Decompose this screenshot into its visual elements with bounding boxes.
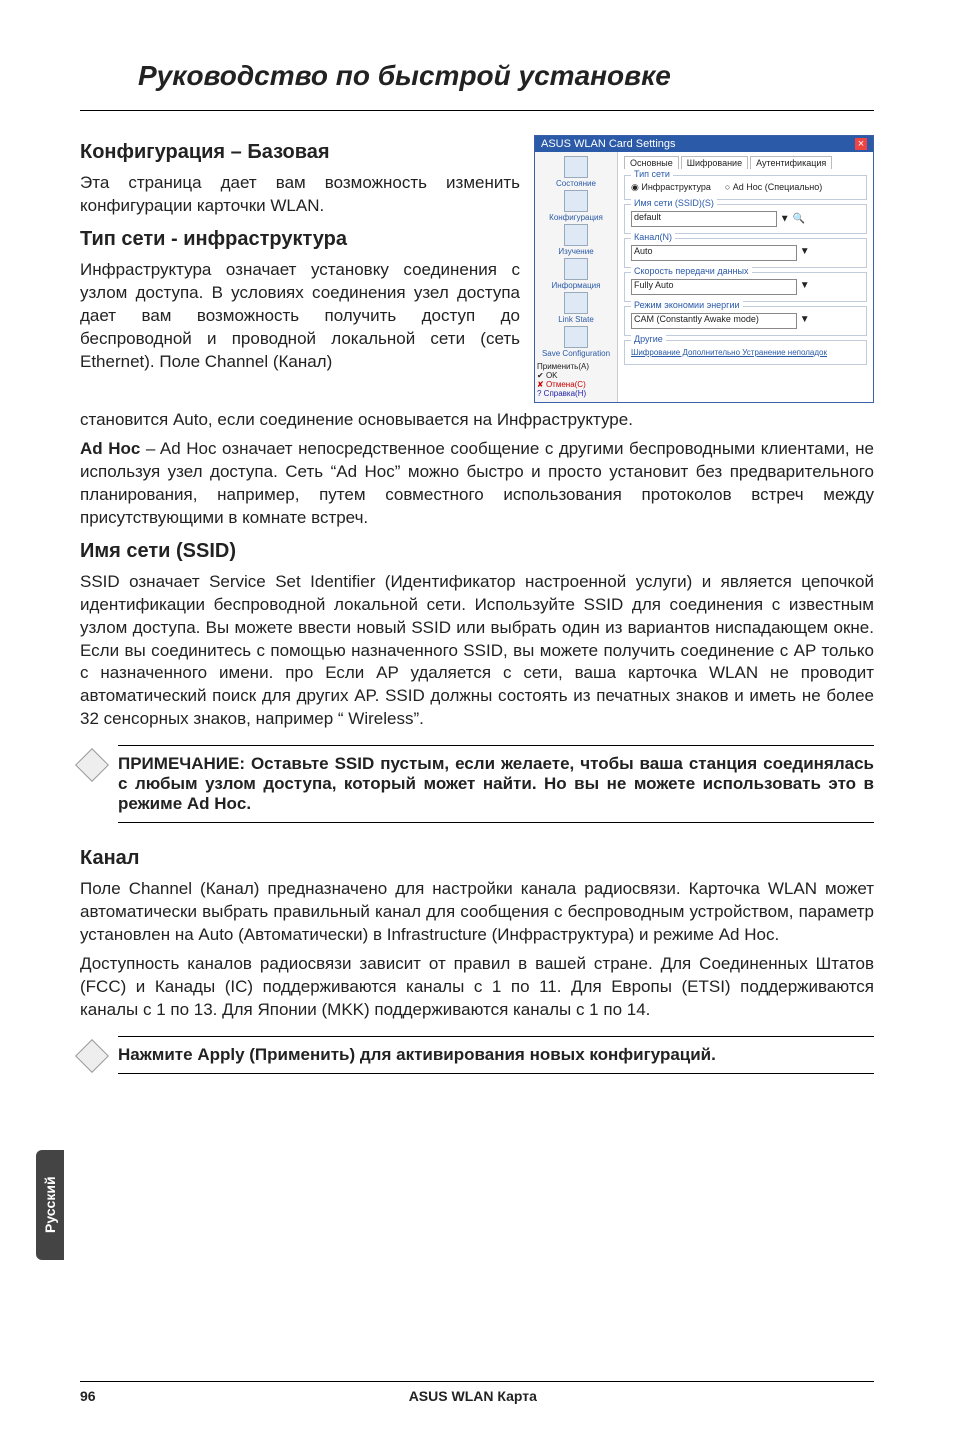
note2-text: Нажмите Apply (Применить) для активирова… bbox=[118, 1037, 874, 1073]
group-label: Скорость передачи данных bbox=[631, 266, 752, 276]
nav-item[interactable]: Link State bbox=[537, 292, 615, 324]
tab-encryption[interactable]: Шифрование bbox=[681, 156, 748, 169]
apply-button[interactable]: Применить(A) bbox=[537, 362, 615, 371]
nav-item[interactable]: Конфигурация bbox=[537, 190, 615, 222]
divider bbox=[118, 822, 874, 823]
product-name: ASUS WLAN Карта bbox=[96, 1388, 850, 1404]
rate-select[interactable]: Fully Auto bbox=[631, 279, 797, 295]
channel-para1: Поле Channel (Канал) предназначено для н… bbox=[80, 878, 874, 947]
tab-basic[interactable]: Основные bbox=[624, 156, 679, 169]
ssid-para: SSID означает Service Set Identifier (Ид… bbox=[80, 571, 874, 732]
channel-heading: Канал bbox=[80, 847, 874, 870]
nav-item[interactable]: Информация bbox=[537, 258, 615, 290]
power-select[interactable]: CAM (Constantly Awake mode) bbox=[631, 313, 797, 329]
help-button[interactable]: ? Справка(H) bbox=[537, 389, 615, 398]
nav-item[interactable]: Состояние bbox=[537, 156, 615, 188]
group-label: Канал(N) bbox=[631, 232, 675, 242]
group-label: Другие bbox=[631, 334, 666, 344]
note-text: ПРИМЕЧАНИЕ: Оставьте SSID пустым, если ж… bbox=[118, 746, 874, 822]
nav-item[interactable]: Изучение bbox=[537, 224, 615, 256]
radio-infra[interactable]: ◉ Инфраструктура bbox=[631, 182, 711, 192]
ssid-input[interactable]: default bbox=[631, 211, 777, 227]
radio-adhoc[interactable]: ○ Ad Hoc (Специально) bbox=[725, 182, 822, 192]
group-label: Имя сети (SSID)(S) bbox=[631, 198, 717, 208]
channel-select[interactable]: Auto bbox=[631, 245, 797, 261]
close-icon[interactable]: × bbox=[855, 138, 867, 150]
settings-screenshot: ASUS WLAN Card Settings × Состояние Конф… bbox=[534, 135, 874, 403]
tab-auth[interactable]: Аутентификация bbox=[750, 156, 832, 169]
note-icon bbox=[75, 748, 109, 782]
ssid-heading: Имя сети (SSID) bbox=[80, 540, 874, 563]
adhoc-lead: Ad Hoc bbox=[80, 439, 140, 458]
cancel-button[interactable]: ✘ Отмена(C) bbox=[537, 380, 615, 389]
divider bbox=[80, 110, 874, 111]
language-tab: Русский bbox=[36, 1150, 64, 1260]
divider bbox=[118, 1073, 874, 1074]
note-icon bbox=[75, 1039, 109, 1073]
footer: 96 ASUS WLAN Карта bbox=[80, 1381, 874, 1404]
group-label: Тип сети bbox=[631, 169, 673, 179]
nav-item[interactable]: Save Configuration bbox=[537, 326, 615, 358]
page-title: Руководство по быстрой установке bbox=[138, 60, 874, 92]
adhoc-para: Ad Hoc – Ad Hoc означает непосредственно… bbox=[80, 438, 874, 530]
channel-para2: Доступность каналов радиосвязи зависит о… bbox=[80, 953, 874, 1022]
ok-button[interactable]: ✔ OK bbox=[537, 371, 615, 380]
nettype-continue: становится Auto, если соединение основыв… bbox=[80, 409, 874, 432]
page-number: 96 bbox=[80, 1388, 96, 1404]
group-label: Режим экономии энергии bbox=[631, 300, 743, 310]
window-title: ASUS WLAN Card Settings bbox=[541, 138, 676, 150]
other-links[interactable]: Шифрование Дополнительно Устранение непо… bbox=[631, 348, 827, 357]
